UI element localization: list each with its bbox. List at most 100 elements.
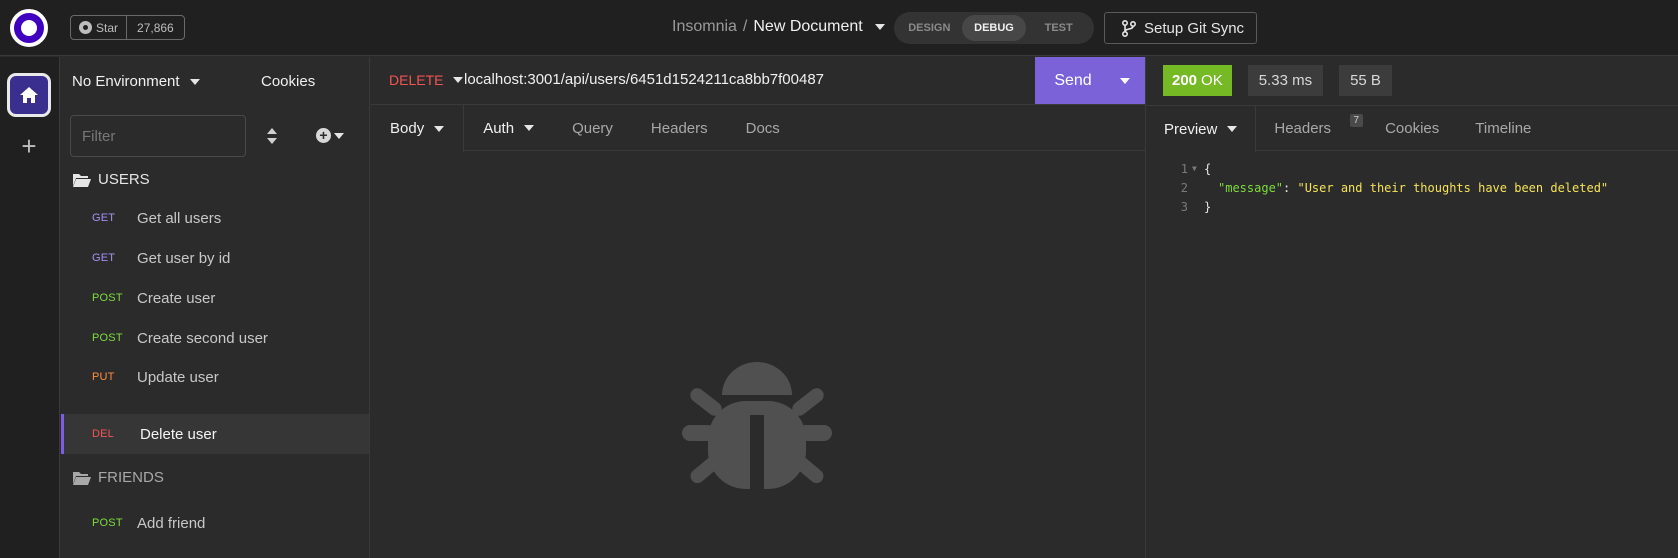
folder-open-icon (73, 173, 91, 187)
tab-preview[interactable]: Preview (1146, 106, 1257, 152)
tab-body[interactable]: Body (371, 105, 465, 152)
tab-test[interactable]: TEST (1026, 15, 1091, 41)
sidebar-item-update-user[interactable]: PUT Update user (61, 357, 369, 397)
request-name: Update user (137, 368, 219, 386)
sort-icon[interactable] (265, 127, 279, 145)
github-star-widget[interactable]: Star 27,866 (70, 15, 185, 40)
request-name: Get all users (137, 209, 222, 227)
response-status-row: 200 OK 5.33 ms 55 B (1163, 65, 1392, 96)
chevron-down-icon (189, 78, 200, 85)
tab-response-headers-label: Headers (1274, 120, 1332, 137)
sidebar-item-delete-user[interactable]: DEL Delete user (61, 414, 369, 454)
plus-icon: + (21, 131, 37, 161)
home-button[interactable] (7, 73, 51, 117)
breadcrumb-document[interactable]: New Document (753, 18, 862, 36)
response-tabs: Preview Headers 7 Cookies Timeline (1146, 105, 1678, 152)
folder-users[interactable]: USERS (72, 171, 150, 188)
tab-query[interactable]: Query (553, 105, 632, 151)
method-dropdown[interactable]: DELETE (389, 72, 464, 88)
sidebar-item-get-all-users[interactable]: GET Get all users (61, 198, 369, 238)
breadcrumb-project[interactable]: Insomnia (672, 18, 737, 36)
folder-friends[interactable]: FRIENDS (72, 469, 164, 486)
send-label: Send (1054, 71, 1092, 89)
request-name: Add friend (137, 514, 206, 532)
method-badge: POST (92, 292, 123, 304)
request-name: Create user (137, 289, 216, 307)
tab-auth[interactable]: Auth (464, 105, 553, 151)
setup-git-sync-label: Setup Git Sync (1144, 19, 1245, 37)
code-line: 2 "message" : "User and their thoughts h… (1146, 178, 1678, 197)
tab-response-cookies[interactable]: Cookies (1367, 106, 1457, 151)
json-colon: : (1283, 180, 1298, 195)
url-input[interactable]: localhost:3001/api/users/6451d1524211ca8… (464, 71, 824, 88)
line-number: 1 (1180, 161, 1188, 176)
chevron-down-icon[interactable] (1120, 77, 1130, 84)
github-star-label: Star (96, 20, 119, 35)
chevron-down-icon (1227, 126, 1238, 132)
sidebar-item-create-user[interactable]: POST Create user (61, 278, 369, 318)
line-number: 3 (1180, 199, 1188, 214)
request-name: Create second user (137, 329, 268, 347)
sidebar: No Environment Cookies + USERS GET Get a… (61, 57, 370, 558)
tab-debug[interactable]: DEBUG (961, 15, 1027, 41)
json-brace: } (1204, 199, 1212, 214)
sidebar-item-add-friend[interactable]: POST Add friend (61, 503, 369, 543)
cookies-button[interactable]: Cookies (261, 73, 315, 90)
github-icon (79, 21, 92, 34)
home-icon (20, 87, 38, 103)
status-text: OK (1201, 72, 1223, 89)
tab-timeline[interactable]: Timeline (1457, 106, 1549, 151)
response-pane: 200 OK 5.33 ms 55 B Preview Headers 7 Co… (1145, 57, 1678, 558)
setup-git-sync-button[interactable]: Setup Git Sync (1104, 12, 1257, 44)
filter-input[interactable] (70, 115, 246, 157)
method-badge: GET (92, 212, 116, 224)
request-tabs: Body Auth Query Headers Docs (371, 105, 1145, 152)
tab-headers[interactable]: Headers (632, 105, 727, 151)
folder-name: USERS (98, 171, 150, 188)
git-branch-icon (1122, 19, 1136, 37)
method-badge: POST (92, 517, 123, 529)
chevron-down-icon (334, 132, 344, 139)
breadcrumb: Insomnia / New Document (672, 18, 885, 36)
insomnia-logo-icon[interactable] (10, 9, 48, 47)
json-key: "message" (1218, 180, 1284, 195)
left-rail: + (0, 57, 60, 558)
chevron-down-icon[interactable] (874, 24, 885, 30)
status-code: 200 (1172, 72, 1198, 89)
tab-response-headers[interactable]: Headers 7 (1256, 106, 1367, 151)
url-bar: DELETE localhost:3001/api/users/6451d152… (371, 57, 1145, 105)
send-button[interactable]: Send (1035, 57, 1145, 104)
chevron-down-icon (453, 77, 464, 83)
json-brace: { (1204, 161, 1212, 176)
method-badge: POST (92, 332, 123, 344)
fold-arrow-icon[interactable]: ▼ (1192, 164, 1204, 173)
tab-auth-label: Auth (483, 119, 515, 137)
method-label: DELETE (389, 72, 444, 88)
code-line: 1 ▼ { (1146, 159, 1678, 178)
sidebar-item-create-second-user[interactable]: POST Create second user (61, 318, 369, 358)
bug-icon (682, 362, 832, 495)
method-badge: DEL (92, 428, 114, 440)
folder-open-icon (73, 471, 91, 485)
top-bar: Star 27,866 Insomnia / New Document DESI… (0, 0, 1678, 56)
mode-switch: DESIGN DEBUG TEST (894, 12, 1094, 44)
tab-design[interactable]: DESIGN (897, 15, 962, 41)
plus-circle-icon: + (316, 128, 331, 143)
status-badge: 200 OK (1163, 65, 1232, 96)
tab-body-label: Body (390, 120, 425, 137)
environment-label: No Environment (72, 73, 180, 90)
add-request-dropdown[interactable]: + (316, 128, 344, 143)
add-workspace-button[interactable]: + (17, 133, 41, 159)
request-name: Get user by id (137, 249, 231, 267)
environment-selector[interactable]: No Environment (72, 73, 200, 90)
tab-docs[interactable]: Docs (727, 105, 799, 151)
chevron-down-icon (524, 125, 535, 131)
response-time: 5.33 ms (1247, 65, 1324, 96)
sidebar-item-get-user-by-id[interactable]: GET Get user by id (61, 238, 369, 278)
github-star-button[interactable]: Star (71, 16, 128, 39)
github-star-count[interactable]: 27,866 (127, 16, 184, 39)
tab-preview-label: Preview (1164, 120, 1218, 138)
request-name: Delete user (140, 425, 217, 443)
method-badge: GET (92, 252, 116, 264)
response-size: 55 B (1339, 65, 1392, 96)
